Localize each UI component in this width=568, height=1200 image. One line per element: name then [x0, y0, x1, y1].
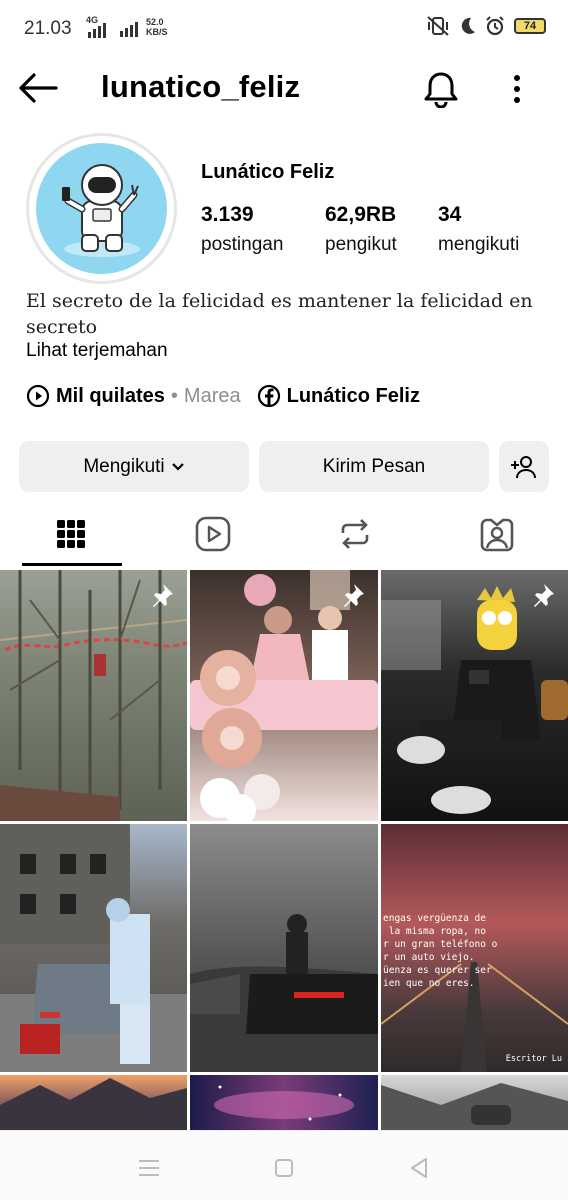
galaxy-image [214, 1085, 354, 1121]
stat-followers[interactable]: 62,9RB pengikut [325, 203, 397, 256]
more-vertical-icon[interactable] [505, 72, 529, 106]
avatar[interactable] [36, 143, 167, 274]
system-nav-bar [0, 1130, 568, 1200]
astronaut-icon [62, 164, 140, 257]
stat-followers-label: pengikut [325, 234, 397, 255]
signal-icon-2 [120, 22, 138, 37]
post-tile[interactable] [190, 824, 378, 1072]
snow-road-image [381, 1083, 568, 1133]
music-separator: • [170, 384, 178, 407]
lake-image [0, 1078, 187, 1133]
grid-icon [57, 520, 85, 548]
status-time: 21.03 [24, 18, 72, 39]
tagged-icon [480, 518, 514, 552]
bell-icon[interactable] [420, 70, 462, 108]
tab-tagged[interactable] [426, 500, 568, 568]
vibrate-icon [427, 16, 449, 36]
menu-icon[interactable] [134, 1153, 164, 1183]
status-bar: 21.03 4G 52.0 KB/S 74 [0, 0, 568, 58]
signal-icon-1 [88, 23, 106, 38]
profile-display-name: Lunático Feliz [201, 161, 335, 183]
arrow-left-icon[interactable] [16, 70, 60, 106]
post-tile[interactable] [0, 570, 187, 821]
message-label: Kirim Pesan [322, 455, 426, 477]
stat-posts-count: 3.139 [201, 203, 254, 226]
back-triangle-icon[interactable] [404, 1153, 434, 1183]
home-icon[interactable] [269, 1153, 299, 1183]
post-tile[interactable] [0, 1075, 187, 1133]
suggest-user-button[interactable] [499, 441, 549, 492]
profile-bio: El secreto de la felicidad es mantener l… [26, 290, 533, 338]
profile-tabs [0, 500, 568, 568]
message-button[interactable]: Kirim Pesan [259, 441, 489, 492]
pin-icon [534, 584, 554, 607]
profile-header: lunatico_feliz [0, 58, 568, 120]
repost-icon [341, 519, 369, 549]
profile-links: Mil quilates • Marea Lunático Feliz [26, 383, 420, 409]
chevron-down-icon [171, 462, 184, 471]
stat-following-label: mengikuti [438, 234, 520, 255]
pin-icon [344, 584, 364, 607]
car-snow-image [0, 824, 187, 1072]
foggy-car-image [190, 914, 378, 1072]
post-tile[interactable] [190, 1075, 378, 1133]
signal-indicator: 4G [86, 15, 138, 38]
following-label: Mengikuti [83, 455, 165, 477]
tab-grid[interactable] [0, 500, 142, 568]
active-tab-indicator [22, 563, 122, 566]
tab-reels[interactable] [142, 500, 284, 568]
following-button[interactable]: Mengikuti [19, 441, 249, 492]
post-tile[interactable] [381, 1075, 568, 1133]
facebook-icon [257, 384, 280, 408]
stat-following[interactable]: 34 mengikuti [438, 203, 519, 256]
network-speed: 52.0 KB/S [146, 17, 168, 37]
post-tile[interactable] [0, 824, 187, 1072]
profile-username: lunatico_feliz [101, 69, 301, 104]
alarm-icon [486, 16, 504, 36]
speed-value: 52.0 [146, 17, 164, 27]
quote-text: engas vergüenza de la misma ropa, no r u… [383, 913, 498, 989]
post-tile[interactable] [381, 570, 568, 821]
music-title[interactable]: Mil quilates [56, 385, 165, 408]
speed-unit: KB/S [146, 27, 168, 37]
stat-followers-count: 62,9RB [325, 203, 397, 226]
quote-author: Escritor Lu [505, 1054, 562, 1064]
stat-posts[interactable]: 3.139 postingan [201, 203, 283, 256]
moon-icon [461, 17, 475, 34]
post-tile[interactable] [190, 570, 378, 821]
music-artist[interactable]: Marea [184, 385, 241, 408]
stat-posts-label: postingan [201, 234, 284, 255]
facebook-link[interactable]: Lunático Feliz [287, 385, 420, 408]
translate-link[interactable]: Lihat terjemahan [26, 340, 168, 362]
status-icons: 74 [427, 16, 546, 36]
stat-following-count: 34 [438, 203, 462, 226]
play-circle-icon [26, 384, 50, 408]
pin-icon [153, 584, 173, 607]
reels-icon [195, 516, 231, 552]
add-user-icon [511, 455, 536, 478]
tab-reposts[interactable] [284, 500, 426, 568]
post-tile[interactable]: engas vergüenza de la misma ropa, no r u… [381, 824, 568, 1072]
battery-icon: 74 [514, 18, 546, 34]
